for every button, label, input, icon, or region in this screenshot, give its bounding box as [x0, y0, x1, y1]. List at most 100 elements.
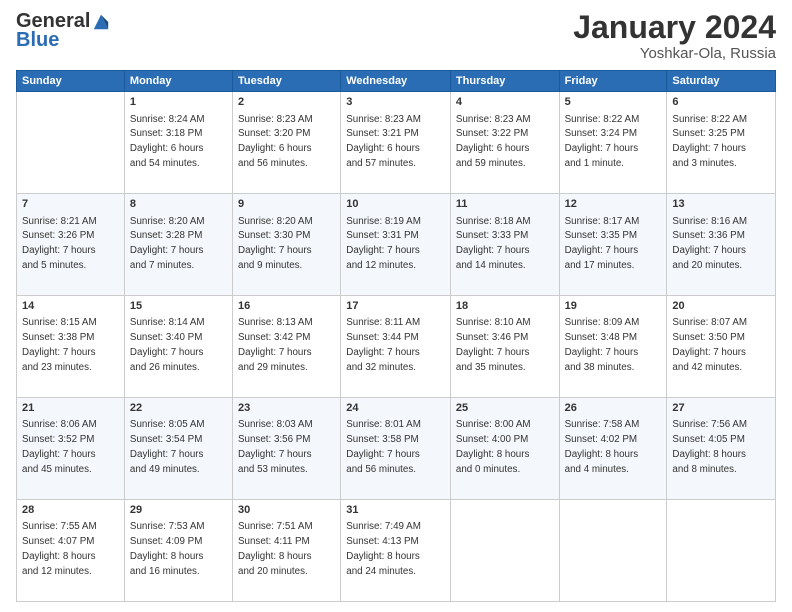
day-number: 14	[22, 299, 119, 314]
day-number: 24	[346, 401, 445, 416]
day-number: 20	[672, 299, 770, 314]
day-number: 29	[130, 503, 227, 518]
logo-icon	[92, 13, 110, 31]
day-info: Sunrise: 8:07 AMSunset: 3:50 PMDaylight:…	[672, 317, 747, 373]
calendar-cell	[17, 92, 125, 194]
calendar-cell: 26 Sunrise: 7:58 AMSunset: 4:02 PMDayligh…	[559, 398, 667, 500]
day-info: Sunrise: 7:51 AMSunset: 4:11 PMDaylight:…	[238, 521, 313, 577]
calendar-cell: 21 Sunrise: 8:06 AMSunset: 3:52 PMDayligh…	[17, 398, 125, 500]
calendar-cell: 16 Sunrise: 8:13 AMSunset: 3:42 PMDayligh…	[233, 296, 341, 398]
calendar-cell: 5 Sunrise: 8:22 AMSunset: 3:24 PMDaylight…	[559, 92, 667, 194]
day-info: Sunrise: 8:01 AMSunset: 3:58 PMDaylight:…	[346, 419, 421, 475]
calendar-cell: 30 Sunrise: 7:51 AMSunset: 4:11 PMDayligh…	[233, 500, 341, 602]
day-info: Sunrise: 7:55 AMSunset: 4:07 PMDaylight:…	[22, 521, 97, 577]
day-info: Sunrise: 8:21 AMSunset: 3:26 PMDaylight:…	[22, 216, 97, 272]
calendar-cell: 27 Sunrise: 7:56 AMSunset: 4:05 PMDayligh…	[667, 398, 776, 500]
calendar-cell: 11Sunrise: 8:18 AMSunset: 3:33 PMDayligh…	[450, 194, 559, 296]
calendar-cell: 18 Sunrise: 8:10 AMSunset: 3:46 PMDayligh…	[450, 296, 559, 398]
header: General Blue January 2024 Yoshkar-Ola, R…	[16, 10, 776, 62]
calendar-week-row: 7 Sunrise: 8:21 AMSunset: 3:26 PMDaylight…	[17, 194, 776, 296]
calendar-week-row: 21 Sunrise: 8:06 AMSunset: 3:52 PMDayligh…	[17, 398, 776, 500]
day-number: 3	[346, 95, 445, 110]
weekday-header-saturday: Saturday	[667, 71, 776, 92]
day-number: 6	[672, 95, 770, 110]
day-info: Sunrise: 8:11 AMSunset: 3:44 PMDaylight:…	[346, 317, 420, 373]
day-info: Sunrise: 8:06 AMSunset: 3:52 PMDaylight:…	[22, 419, 97, 475]
day-number: 17	[346, 299, 445, 314]
calendar-cell	[667, 500, 776, 602]
weekday-header-friday: Friday	[559, 71, 667, 92]
day-info: Sunrise: 8:09 AMSunset: 3:48 PMDaylight:…	[565, 317, 640, 373]
calendar-cell: 17 Sunrise: 8:11 AMSunset: 3:44 PMDayligh…	[341, 296, 451, 398]
calendar-cell: 23 Sunrise: 8:03 AMSunset: 3:56 PMDayligh…	[233, 398, 341, 500]
calendar-cell	[559, 500, 667, 602]
logo-blue-text: Blue	[16, 29, 59, 52]
calendar-week-row: 28 Sunrise: 7:55 AMSunset: 4:07 PMDayligh…	[17, 500, 776, 602]
day-number: 23	[238, 401, 335, 416]
calendar-cell: 19Sunrise: 8:09 AMSunset: 3:48 PMDayligh…	[559, 296, 667, 398]
calendar-cell: 3 Sunrise: 8:23 AMSunset: 3:21 PMDaylight…	[341, 92, 451, 194]
calendar-cell: 22Sunrise: 8:05 AMSunset: 3:54 PMDayligh…	[124, 398, 232, 500]
page: General Blue January 2024 Yoshkar-Ola, R…	[0, 0, 792, 612]
day-info: Sunrise: 8:10 AMSunset: 3:46 PMDaylight:…	[456, 317, 531, 373]
day-info: Sunrise: 8:14 AMSunset: 3:40 PMDaylight:…	[130, 317, 205, 373]
day-number: 8	[130, 197, 227, 212]
title-block: January 2024 Yoshkar-Ola, Russia	[573, 10, 776, 62]
calendar-cell: 20 Sunrise: 8:07 AMSunset: 3:50 PMDayligh…	[667, 296, 776, 398]
weekday-header-sunday: Sunday	[17, 71, 125, 92]
calendar-cell: 29 Sunrise: 7:53 AMSunset: 4:09 PMDayligh…	[124, 500, 232, 602]
day-info: Sunrise: 8:13 AMSunset: 3:42 PMDaylight:…	[238, 317, 313, 373]
day-number: 1	[130, 95, 227, 110]
day-info: Sunrise: 7:56 AMSunset: 4:05 PMDaylight:…	[672, 419, 747, 475]
day-number: 27	[672, 401, 770, 416]
day-info: Sunrise: 7:53 AMSunset: 4:09 PMDaylight:…	[130, 521, 205, 577]
calendar-cell: 24 Sunrise: 8:01 AMSunset: 3:58 PMDayligh…	[341, 398, 451, 500]
day-info: Sunrise: 8:16 AMSunset: 3:36 PMDaylight:…	[672, 216, 747, 272]
day-number: 26	[565, 401, 662, 416]
calendar-header-row: SundayMondayTuesdayWednesdayThursdayFrid…	[17, 71, 776, 92]
day-number: 13	[672, 197, 770, 212]
day-info: Sunrise: 8:00 AMSunset: 4:00 PMDaylight:…	[456, 419, 531, 475]
calendar-week-row: 14Sunrise: 8:15 AMSunset: 3:38 PMDayligh…	[17, 296, 776, 398]
day-info: Sunrise: 8:23 AMSunset: 3:20 PMDaylight:…	[238, 114, 313, 170]
day-number: 30	[238, 503, 335, 518]
weekday-header-monday: Monday	[124, 71, 232, 92]
day-number: 4	[456, 95, 554, 110]
day-info: Sunrise: 7:49 AMSunset: 4:13 PMDaylight:…	[346, 521, 421, 577]
day-info: Sunrise: 8:22 AMSunset: 3:25 PMDaylight:…	[672, 114, 747, 170]
calendar-cell: 14Sunrise: 8:15 AMSunset: 3:38 PMDayligh…	[17, 296, 125, 398]
calendar-cell: 15Sunrise: 8:14 AMSunset: 3:40 PMDayligh…	[124, 296, 232, 398]
day-info: Sunrise: 8:23 AMSunset: 3:21 PMDaylight:…	[346, 114, 421, 170]
day-info: Sunrise: 8:05 AMSunset: 3:54 PMDaylight:…	[130, 419, 205, 475]
calendar-cell: 8Sunrise: 8:20 AMSunset: 3:28 PMDaylight…	[124, 194, 232, 296]
day-number: 12	[565, 197, 662, 212]
calendar-cell: 25Sunrise: 8:00 AMSunset: 4:00 PMDayligh…	[450, 398, 559, 500]
logo: General Blue	[16, 10, 110, 52]
day-number: 18	[456, 299, 554, 314]
calendar-cell: 9Sunrise: 8:20 AMSunset: 3:30 PMDaylight…	[233, 194, 341, 296]
calendar-cell: 28 Sunrise: 7:55 AMSunset: 4:07 PMDayligh…	[17, 500, 125, 602]
day-info: Sunrise: 8:23 AMSunset: 3:22 PMDaylight:…	[456, 114, 531, 170]
calendar-cell: 2 Sunrise: 8:23 AMSunset: 3:20 PMDaylight…	[233, 92, 341, 194]
day-info: Sunrise: 8:17 AMSunset: 3:35 PMDaylight:…	[565, 216, 640, 272]
day-info: Sunrise: 8:19 AMSunset: 3:31 PMDaylight:…	[346, 216, 421, 272]
day-number: 5	[565, 95, 662, 110]
weekday-header-tuesday: Tuesday	[233, 71, 341, 92]
day-number: 28	[22, 503, 119, 518]
month-title: January 2024	[573, 10, 776, 45]
day-number: 31	[346, 503, 445, 518]
calendar-cell	[450, 500, 559, 602]
day-info: Sunrise: 7:58 AMSunset: 4:02 PMDaylight:…	[565, 419, 640, 475]
day-info: Sunrise: 8:03 AMSunset: 3:56 PMDaylight:…	[238, 419, 313, 475]
calendar-week-row: 1Sunrise: 8:24 AMSunset: 3:18 PMDaylight…	[17, 92, 776, 194]
day-number: 10	[346, 197, 445, 212]
day-info: Sunrise: 8:22 AMSunset: 3:24 PMDaylight:…	[565, 114, 640, 170]
calendar-cell: 13 Sunrise: 8:16 AMSunset: 3:36 PMDayligh…	[667, 194, 776, 296]
day-number: 21	[22, 401, 119, 416]
calendar-cell: 6 Sunrise: 8:22 AMSunset: 3:25 PMDaylight…	[667, 92, 776, 194]
day-number: 16	[238, 299, 335, 314]
calendar-table: SundayMondayTuesdayWednesdayThursdayFrid…	[16, 70, 776, 602]
day-number: 2	[238, 95, 335, 110]
day-number: 7	[22, 197, 119, 212]
calendar-cell: 1Sunrise: 8:24 AMSunset: 3:18 PMDaylight…	[124, 92, 232, 194]
